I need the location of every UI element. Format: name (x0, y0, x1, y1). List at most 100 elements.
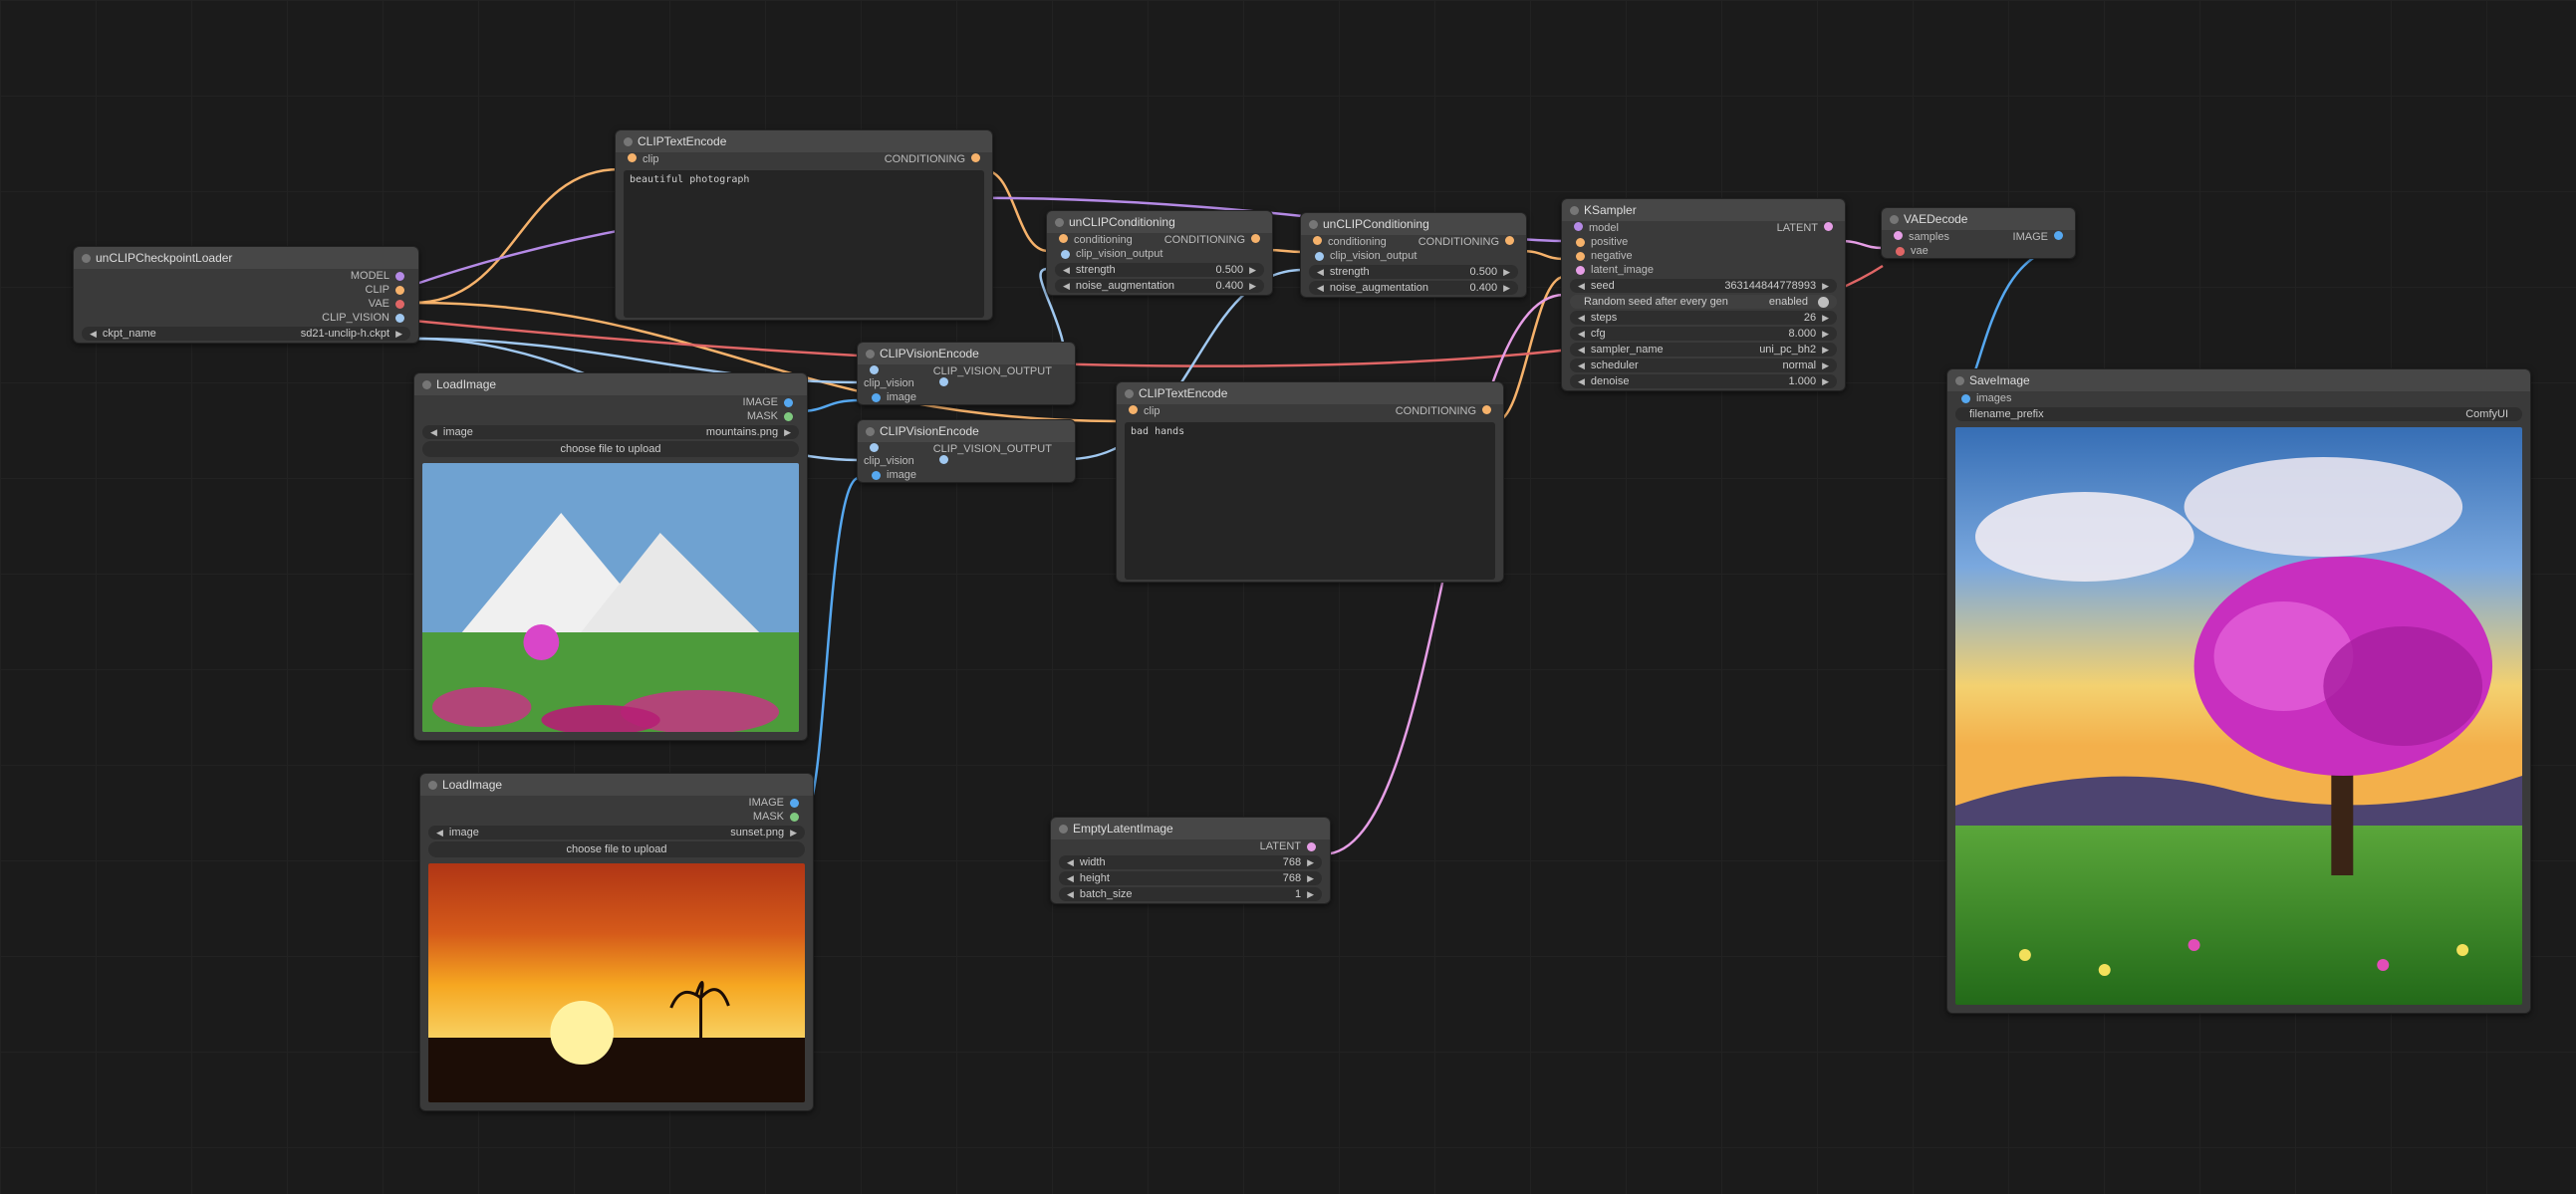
arrow-left-icon[interactable]: ◀ (1578, 376, 1585, 387)
arrow-right-icon[interactable]: ▶ (1249, 281, 1256, 292)
prompt-text-input[interactable]: beautiful photograph (624, 170, 984, 318)
node-title[interactable]: LoadImage (420, 774, 813, 796)
filename-prefix-widget[interactable]: filename_prefixComfyUI (1955, 407, 2522, 421)
socket-icon[interactable] (1576, 238, 1585, 247)
arrow-left-icon[interactable]: ◀ (430, 427, 437, 438)
output-image[interactable]: IMAGE (414, 395, 807, 409)
arrow-left-icon[interactable]: ◀ (1063, 281, 1070, 292)
input-conditioning[interactable]: conditioning (1328, 236, 1387, 248)
socket-icon[interactable] (395, 286, 404, 295)
node-title[interactable]: unCLIPConditioning (1301, 213, 1526, 235)
arrow-right-icon[interactable]: ▶ (1822, 329, 1829, 340)
node-save-image[interactable]: SaveImage images filename_prefixComfyUI (1946, 368, 2531, 1014)
choose-file-button[interactable]: choose file to upload (428, 841, 805, 857)
strength-widget[interactable]: ◀strength0.500▶ (1055, 263, 1264, 277)
output-clip-vision-output[interactable]: CLIP_VISION_OUTPUT (933, 443, 1052, 455)
node-title[interactable]: SaveImage (1947, 369, 2530, 391)
input-clip-vision[interactable]: clip_vision (864, 377, 914, 389)
arrow-right-icon[interactable]: ▶ (395, 329, 402, 340)
node-title[interactable]: CLIPVisionEncode (858, 343, 1075, 364)
arrow-left-icon[interactable]: ◀ (1067, 857, 1074, 868)
collapse-icon[interactable] (1570, 206, 1579, 215)
node-title[interactable]: VAEDecode (1882, 208, 2075, 230)
arrow-right-icon[interactable]: ▶ (784, 427, 791, 438)
node-unclip-checkpoint-loader[interactable]: unCLIPCheckpointLoader MODEL CLIP VAE CL… (73, 246, 419, 344)
socket-icon[interactable] (790, 799, 799, 808)
arrow-right-icon[interactable]: ▶ (790, 828, 797, 838)
output-conditioning[interactable]: CONDITIONING (1164, 234, 1245, 246)
socket-icon[interactable] (1129, 405, 1138, 414)
output-image[interactable]: IMAGE (2013, 231, 2048, 243)
input-clip[interactable]: clip (1144, 405, 1160, 417)
arrow-right-icon[interactable]: ▶ (1503, 283, 1510, 294)
input-clip[interactable]: clip (643, 153, 659, 165)
node-empty-latent-image[interactable]: EmptyLatentImage LATENT ◀width768▶ ◀heig… (1050, 817, 1331, 904)
output-mask[interactable]: MASK (414, 409, 807, 423)
input-vae[interactable]: vae (1882, 244, 2075, 258)
socket-icon[interactable] (872, 393, 881, 402)
socket-icon[interactable] (1894, 231, 1903, 240)
arrow-right-icon[interactable]: ▶ (1822, 376, 1829, 387)
toggle-icon[interactable] (1818, 297, 1829, 308)
socket-icon[interactable] (1576, 252, 1585, 261)
output-mask[interactable]: MASK (420, 810, 813, 824)
node-title[interactable]: CLIPTextEncode (1117, 382, 1503, 404)
arrow-right-icon[interactable]: ▶ (1822, 281, 1829, 292)
socket-icon[interactable] (2054, 231, 2063, 240)
arrow-right-icon[interactable]: ▶ (1503, 267, 1510, 278)
arrow-left-icon[interactable]: ◀ (1578, 313, 1585, 324)
socket-icon[interactable] (1251, 234, 1260, 243)
input-model[interactable]: model (1589, 222, 1619, 234)
denoise-widget[interactable]: ◀denoise1.000▶ (1570, 374, 1837, 388)
socket-icon[interactable] (395, 314, 404, 323)
socket-icon[interactable] (971, 153, 980, 162)
input-conditioning[interactable]: conditioning (1074, 234, 1133, 246)
input-images[interactable]: images (1947, 391, 2530, 405)
arrow-left-icon[interactable]: ◀ (436, 828, 443, 838)
output-latent[interactable]: LATENT (1051, 839, 1330, 853)
input-negative[interactable]: negative (1562, 249, 1845, 263)
arrow-left-icon[interactable]: ◀ (1317, 283, 1324, 294)
node-title[interactable]: KSampler (1562, 199, 1845, 221)
socket-icon[interactable] (1576, 266, 1585, 275)
output-conditioning[interactable]: CONDITIONING (1418, 236, 1499, 248)
arrow-left-icon[interactable]: ◀ (1578, 329, 1585, 340)
arrow-right-icon[interactable]: ▶ (1307, 873, 1314, 884)
node-load-image-2[interactable]: LoadImage IMAGE MASK ◀ image sunset.png … (419, 773, 814, 1111)
arrow-left-icon[interactable]: ◀ (1578, 281, 1585, 292)
input-positive[interactable]: positive (1562, 235, 1845, 249)
arrow-left-icon[interactable]: ◀ (1317, 267, 1324, 278)
arrow-right-icon[interactable]: ▶ (1822, 360, 1829, 371)
collapse-icon[interactable] (1059, 825, 1068, 834)
node-title[interactable]: CLIPTextEncode (616, 130, 992, 152)
output-image[interactable]: IMAGE (420, 796, 813, 810)
output-vae[interactable]: VAE (74, 297, 418, 311)
output-conditioning[interactable]: CONDITIONING (885, 153, 965, 165)
socket-icon[interactable] (1824, 222, 1833, 231)
input-samples[interactable]: samples (1909, 231, 1949, 243)
node-clip-vision-encode-2[interactable]: CLIPVisionEncode clip_vision CLIP_VISION… (857, 419, 1076, 483)
node-clip-text-encode-negative[interactable]: CLIPTextEncode clip CONDITIONING bad han… (1116, 381, 1504, 583)
scheduler-widget[interactable]: ◀schedulernormal▶ (1570, 358, 1837, 372)
collapse-icon[interactable] (866, 350, 875, 358)
collapse-icon[interactable] (1955, 376, 1964, 385)
input-latent-image[interactable]: latent_image (1562, 263, 1845, 277)
socket-icon[interactable] (784, 412, 793, 421)
collapse-icon[interactable] (1309, 220, 1318, 229)
batch-size-widget[interactable]: ◀batch_size1▶ (1059, 887, 1322, 901)
output-conditioning[interactable]: CONDITIONING (1396, 405, 1476, 417)
socket-icon[interactable] (1505, 236, 1514, 245)
width-widget[interactable]: ◀width768▶ (1059, 855, 1322, 869)
input-clip-vision-output[interactable]: clip_vision_output (1301, 249, 1526, 263)
node-title[interactable]: CLIPVisionEncode (858, 420, 1075, 442)
arrow-left-icon[interactable]: ◀ (1067, 873, 1074, 884)
socket-icon[interactable] (1307, 842, 1316, 851)
random-seed-toggle[interactable]: Random seed after every genenabled (1570, 295, 1837, 309)
collapse-icon[interactable] (422, 380, 431, 389)
arrow-right-icon[interactable]: ▶ (1249, 265, 1256, 276)
node-clip-text-encode-positive[interactable]: CLIPTextEncode clip CONDITIONING beautif… (615, 129, 993, 321)
collapse-icon[interactable] (1055, 218, 1064, 227)
collapse-icon[interactable] (624, 137, 633, 146)
node-title[interactable]: LoadImage (414, 373, 807, 395)
output-clip[interactable]: CLIP (74, 283, 418, 297)
